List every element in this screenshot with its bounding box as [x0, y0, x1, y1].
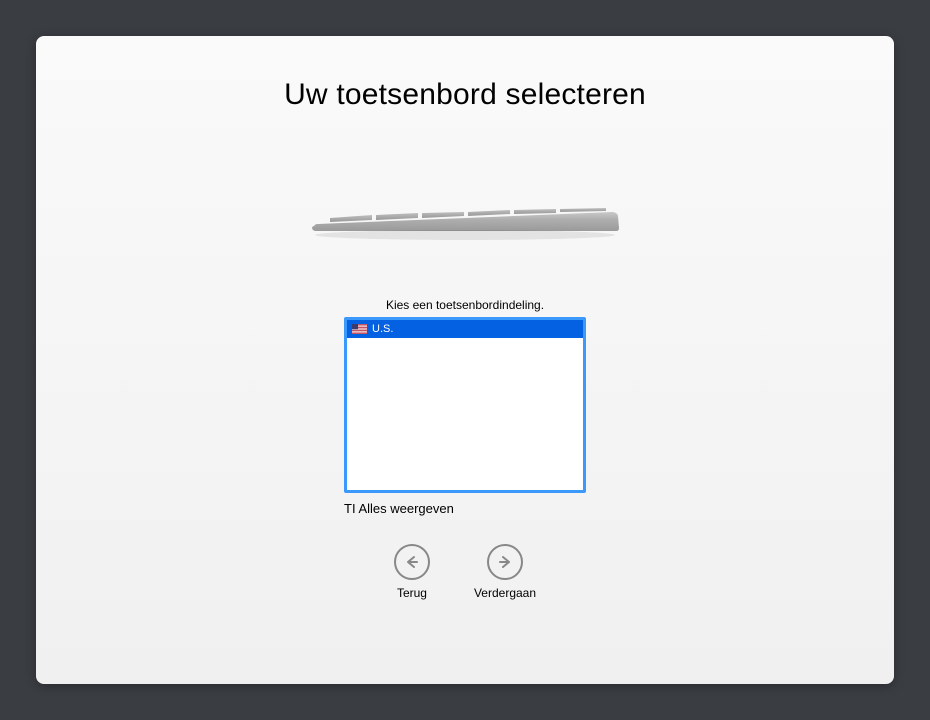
keyboard-layout-list[interactable]: U.S.: [344, 317, 586, 493]
layout-item-label: U.S.: [372, 323, 393, 335]
continue-button[interactable]: Verdergaan: [474, 544, 536, 600]
navigation-buttons: Terug Verdergaan: [394, 544, 536, 600]
instruction-label: Kies een toetsenbordindeling.: [386, 298, 544, 312]
arrow-left-icon: [394, 544, 430, 580]
back-label: Terug: [397, 586, 427, 600]
setup-assistant-panel: Uw toetsenbord selecteren: [36, 36, 894, 684]
continue-label: Verdergaan: [474, 586, 536, 600]
back-button[interactable]: Terug: [394, 544, 430, 600]
show-all-label: TI Alles weergeven: [344, 501, 454, 516]
show-all-toggle[interactable]: TI Alles weergeven: [344, 501, 586, 516]
us-flag-icon: [352, 324, 367, 334]
arrow-right-icon: [487, 544, 523, 580]
keyboard-illustration: [310, 202, 620, 244]
page-title: Uw toetsenbord selecteren: [284, 78, 646, 112]
layout-item-us[interactable]: U.S.: [347, 320, 583, 338]
